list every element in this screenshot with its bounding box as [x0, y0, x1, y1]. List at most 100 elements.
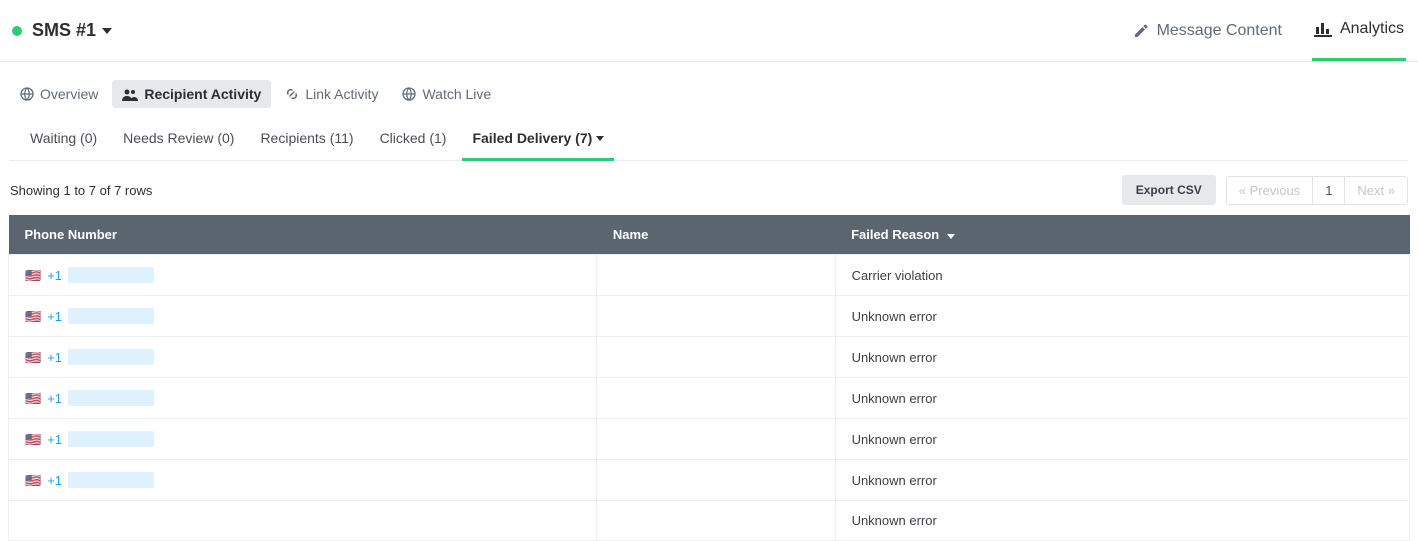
caret-down-icon — [102, 28, 112, 34]
header-right: Message Content Analytics — [1131, 0, 1406, 61]
pager-next[interactable]: Next » — [1344, 177, 1407, 204]
cell-phone: 🇺🇸 +1 — [9, 419, 597, 460]
table-row[interactable]: 🇺🇸 +1 Unknown error — [9, 419, 1410, 460]
campaign-title[interactable]: SMS #1 — [32, 20, 112, 41]
flag-icon: 🇺🇸 — [25, 351, 41, 364]
primary-nav: Overview Recipient Activity Link Activit… — [0, 62, 1418, 118]
cell-reason: Unknown error — [835, 501, 1409, 541]
phone-redacted — [68, 390, 154, 406]
toolbar-right: Export CSV « Previous 1 Next » — [1122, 175, 1408, 205]
cell-reason: Unknown error — [835, 296, 1409, 337]
pagination: « Previous 1 Next » — [1226, 176, 1408, 205]
cell-name — [597, 337, 835, 378]
campaign-title-text: SMS #1 — [32, 20, 96, 41]
cell-name — [597, 296, 835, 337]
sort-caret-icon — [947, 234, 955, 239]
cell-phone: 🇺🇸 +1 — [9, 337, 597, 378]
flag-icon: 🇺🇸 — [25, 474, 41, 487]
message-content-label: Message Content — [1157, 22, 1282, 40]
message-content-link[interactable]: Message Content — [1131, 0, 1284, 61]
tab-recipient-activity[interactable]: Recipient Activity — [112, 80, 271, 108]
col-header-reason[interactable]: Failed Reason — [835, 215, 1409, 255]
cell-phone: 🇺🇸 +1 — [9, 378, 597, 419]
subtab-waiting[interactable]: Waiting (0) — [20, 118, 107, 160]
table-container: Phone Number Name Failed Reason 🇺🇸 +1 Carr… — [0, 215, 1418, 541]
tab-link-activity-label: Link Activity — [305, 86, 378, 102]
users-icon — [122, 88, 138, 101]
cell-reason: Unknown error — [835, 378, 1409, 419]
cell-name — [597, 460, 835, 501]
subtab-recipients-label: Recipients (11) — [260, 130, 353, 146]
col-header-name-label: Name — [613, 227, 648, 242]
subtab-waiting-label: Waiting (0) — [30, 130, 97, 146]
subtab-failed-delivery[interactable]: Failed Delivery (7) — [462, 118, 614, 160]
bar-chart-icon — [1314, 21, 1332, 37]
phone-prefix: +1 — [47, 391, 62, 406]
sub-nav: Waiting (0) Needs Review (0) Recipients … — [10, 118, 1408, 161]
cell-phone: 🇺🇸 +1 — [9, 296, 597, 337]
subtab-needs-review[interactable]: Needs Review (0) — [113, 118, 244, 160]
globe-icon — [402, 87, 416, 101]
analytics-link[interactable]: Analytics — [1312, 0, 1406, 61]
cell-reason: Unknown error — [835, 337, 1409, 378]
cell-reason: Unknown error — [835, 419, 1409, 460]
analytics-label: Analytics — [1340, 20, 1404, 38]
table-row[interactable]: 🇺🇸 +1 Unknown error — [9, 378, 1410, 419]
caret-down-icon — [596, 136, 604, 141]
tab-link-activity[interactable]: Link Activity — [275, 80, 388, 108]
subtab-recipients[interactable]: Recipients (11) — [250, 118, 363, 160]
tab-watch-live[interactable]: Watch Live — [392, 80, 501, 108]
col-header-name[interactable]: Name — [597, 215, 835, 255]
pencil-icon — [1133, 23, 1149, 39]
flag-icon: 🇺🇸 — [25, 310, 41, 323]
cell-name — [597, 378, 835, 419]
flag-icon: 🇺🇸 — [25, 433, 41, 446]
table-row[interactable]: 🇺🇸 +1 Unknown error — [9, 460, 1410, 501]
tab-overview-label: Overview — [40, 86, 98, 102]
subtab-clicked-label: Clicked (1) — [380, 130, 447, 146]
table-row[interactable]: Unknown error — [9, 501, 1410, 541]
pager-prev[interactable]: « Previous — [1227, 177, 1312, 204]
table-row[interactable]: 🇺🇸 +1 Unknown error — [9, 337, 1410, 378]
phone-prefix: +1 — [47, 268, 62, 283]
link-icon — [285, 87, 299, 101]
flag-icon: 🇺🇸 — [25, 392, 41, 405]
phone-prefix: +1 — [47, 350, 62, 365]
phone-prefix: +1 — [47, 432, 62, 447]
header-left: SMS #1 — [12, 20, 112, 41]
status-dot-icon — [12, 26, 22, 36]
phone-prefix: +1 — [47, 473, 62, 488]
subtab-failed-delivery-label: Failed Delivery (7) — [472, 130, 592, 146]
cell-name — [597, 255, 835, 296]
cell-name — [597, 419, 835, 460]
tab-overview[interactable]: Overview — [10, 80, 108, 108]
cell-phone: 🇺🇸 +1 — [9, 460, 597, 501]
export-csv-button[interactable]: Export CSV — [1122, 175, 1216, 205]
subtab-needs-review-label: Needs Review (0) — [123, 130, 234, 146]
subtab-clicked[interactable]: Clicked (1) — [370, 118, 457, 160]
phone-redacted — [68, 431, 154, 447]
cell-phone: 🇺🇸 +1 — [9, 255, 597, 296]
phone-prefix: +1 — [47, 309, 62, 324]
col-header-phone-label: Phone Number — [25, 227, 117, 242]
page-header: SMS #1 Message Content Analytics — [0, 0, 1418, 62]
phone-redacted — [68, 349, 154, 365]
cell-reason: Unknown error — [835, 460, 1409, 501]
pager-page-1[interactable]: 1 — [1312, 177, 1344, 204]
flag-icon: 🇺🇸 — [25, 269, 41, 282]
failed-delivery-table: Phone Number Name Failed Reason 🇺🇸 +1 Carr… — [8, 215, 1410, 541]
cell-reason: Carrier violation — [835, 255, 1409, 296]
showing-text: Showing 1 to 7 of 7 rows — [10, 183, 152, 198]
phone-redacted — [68, 308, 154, 324]
cell-name — [597, 501, 835, 541]
phone-redacted — [68, 472, 154, 488]
globe-icon — [20, 87, 34, 101]
tab-recipient-activity-label: Recipient Activity — [144, 86, 261, 102]
cell-phone — [9, 501, 597, 541]
tab-watch-live-label: Watch Live — [422, 86, 491, 102]
table-row[interactable]: 🇺🇸 +1 Unknown error — [9, 296, 1410, 337]
col-header-phone[interactable]: Phone Number — [9, 215, 597, 255]
phone-redacted — [68, 267, 154, 283]
table-row[interactable]: 🇺🇸 +1 Carrier violation — [9, 255, 1410, 296]
col-header-reason-label: Failed Reason — [851, 227, 939, 242]
